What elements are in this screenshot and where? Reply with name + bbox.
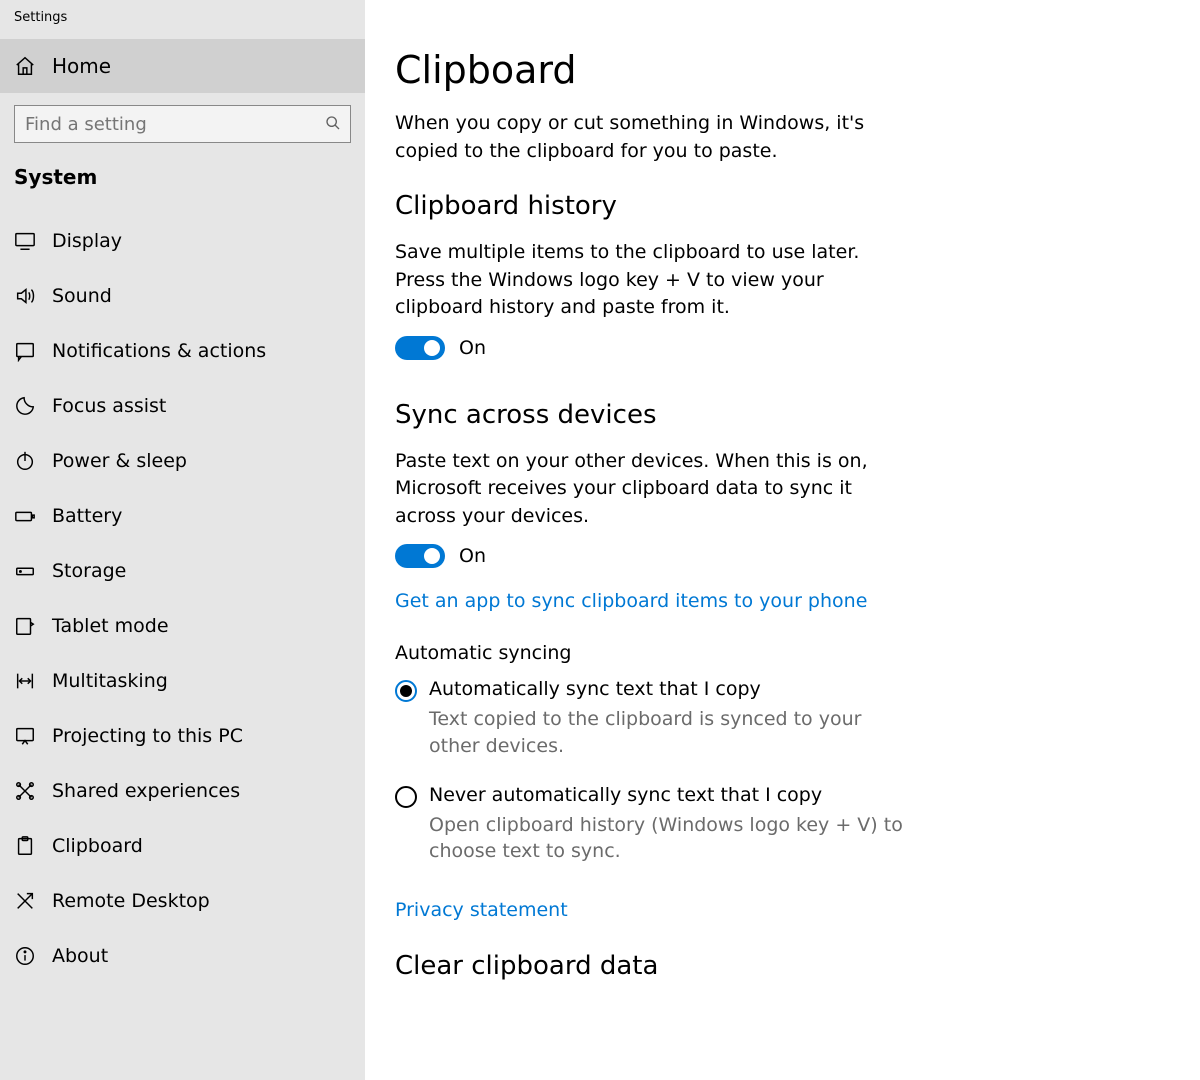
sidebar-item-tablet-mode[interactable]: Tablet mode — [0, 598, 365, 653]
sidebar-item-shared-experiences[interactable]: Shared experiences — [0, 763, 365, 818]
home-label: Home — [52, 54, 111, 78]
sidebar-item-label: Storage — [52, 560, 126, 582]
sidebar-item-clipboard[interactable]: Clipboard — [0, 818, 365, 873]
home-button[interactable]: Home — [0, 39, 365, 93]
sidebar-item-label: Power & sleep — [52, 450, 187, 472]
history-toggle-state: On — [459, 337, 486, 359]
sidebar-item-label: Tablet mode — [52, 615, 169, 637]
sidebar-item-label: Battery — [52, 505, 122, 527]
sound-icon — [14, 285, 36, 307]
clipboard-icon — [14, 835, 36, 857]
sidebar-item-battery[interactable]: Battery — [0, 488, 365, 543]
sidebar-category: System — [0, 143, 365, 189]
section-title-history: Clipboard history — [395, 191, 1170, 221]
sidebar-item-storage[interactable]: Storage — [0, 543, 365, 598]
moon-icon — [14, 395, 36, 417]
sync-desc: Paste text on your other devices. When t… — [395, 448, 915, 531]
sync-app-link[interactable]: Get an app to sync clipboard items to yo… — [395, 590, 867, 612]
search-input[interactable] — [14, 105, 351, 143]
history-toggle[interactable] — [395, 336, 445, 360]
sidebar-item-label: Display — [52, 230, 122, 252]
main-content: Clipboard When you copy or cut something… — [365, 0, 1200, 1080]
sync-toggle[interactable] — [395, 544, 445, 568]
radio-icon — [395, 680, 417, 702]
remote-icon — [14, 890, 36, 912]
radio-desc: Text copied to the clipboard is synced t… — [429, 706, 915, 759]
auto-sync-heading: Automatic syncing — [395, 642, 1170, 664]
sidebar-item-label: About — [52, 945, 108, 967]
sidebar-item-label: Focus assist — [52, 395, 166, 417]
radio-icon — [395, 786, 417, 808]
home-icon — [14, 55, 36, 77]
storage-icon — [14, 560, 36, 582]
sidebar-item-label: Multitasking — [52, 670, 168, 692]
power-icon — [14, 450, 36, 472]
multitasking-icon — [14, 670, 36, 692]
radio-auto-sync[interactable]: Automatically sync text that I copy Text… — [395, 678, 915, 759]
projecting-icon — [14, 725, 36, 747]
sidebar-item-label: Notifications & actions — [52, 340, 266, 362]
sidebar-item-label: Sound — [52, 285, 112, 307]
sidebar-item-power-sleep[interactable]: Power & sleep — [0, 433, 365, 488]
history-desc: Save multiple items to the clipboard to … — [395, 239, 915, 322]
sidebar-item-label: Projecting to this PC — [52, 725, 243, 747]
sidebar-item-projecting[interactable]: Projecting to this PC — [0, 708, 365, 763]
sidebar-item-about[interactable]: About — [0, 928, 365, 983]
sidebar-item-sound[interactable]: Sound — [0, 268, 365, 323]
page-intro: When you copy or cut something in Window… — [395, 110, 915, 165]
sidebar: Settings Home System Display So — [0, 0, 365, 1080]
info-icon — [14, 945, 36, 967]
search-icon — [325, 115, 341, 131]
sidebar-item-label: Clipboard — [52, 835, 143, 857]
radio-never-sync[interactable]: Never automatically sync text that I cop… — [395, 784, 915, 865]
page-title: Clipboard — [395, 48, 1170, 92]
section-title-sync: Sync across devices — [395, 400, 1170, 430]
sidebar-item-display[interactable]: Display — [0, 213, 365, 268]
radio-label: Automatically sync text that I copy — [429, 678, 915, 700]
sync-toggle-state: On — [459, 545, 486, 567]
section-title-clear: Clear clipboard data — [395, 951, 1170, 981]
sidebar-item-label: Remote Desktop — [52, 890, 210, 912]
display-icon — [14, 230, 36, 252]
battery-icon — [14, 505, 36, 527]
shared-icon — [14, 780, 36, 802]
privacy-link[interactable]: Privacy statement — [395, 899, 568, 921]
radio-label: Never automatically sync text that I cop… — [429, 784, 915, 806]
sidebar-item-multitasking[interactable]: Multitasking — [0, 653, 365, 708]
sidebar-item-focus-assist[interactable]: Focus assist — [0, 378, 365, 433]
sidebar-item-notifications[interactable]: Notifications & actions — [0, 323, 365, 378]
app-title: Settings — [0, 8, 365, 39]
notification-icon — [14, 340, 36, 362]
radio-desc: Open clipboard history (Windows logo key… — [429, 812, 915, 865]
tablet-icon — [14, 615, 36, 637]
sidebar-item-label: Shared experiences — [52, 780, 240, 802]
sidebar-item-remote-desktop[interactable]: Remote Desktop — [0, 873, 365, 928]
sidebar-nav: Display Sound Notifications & actions Fo… — [0, 213, 365, 983]
